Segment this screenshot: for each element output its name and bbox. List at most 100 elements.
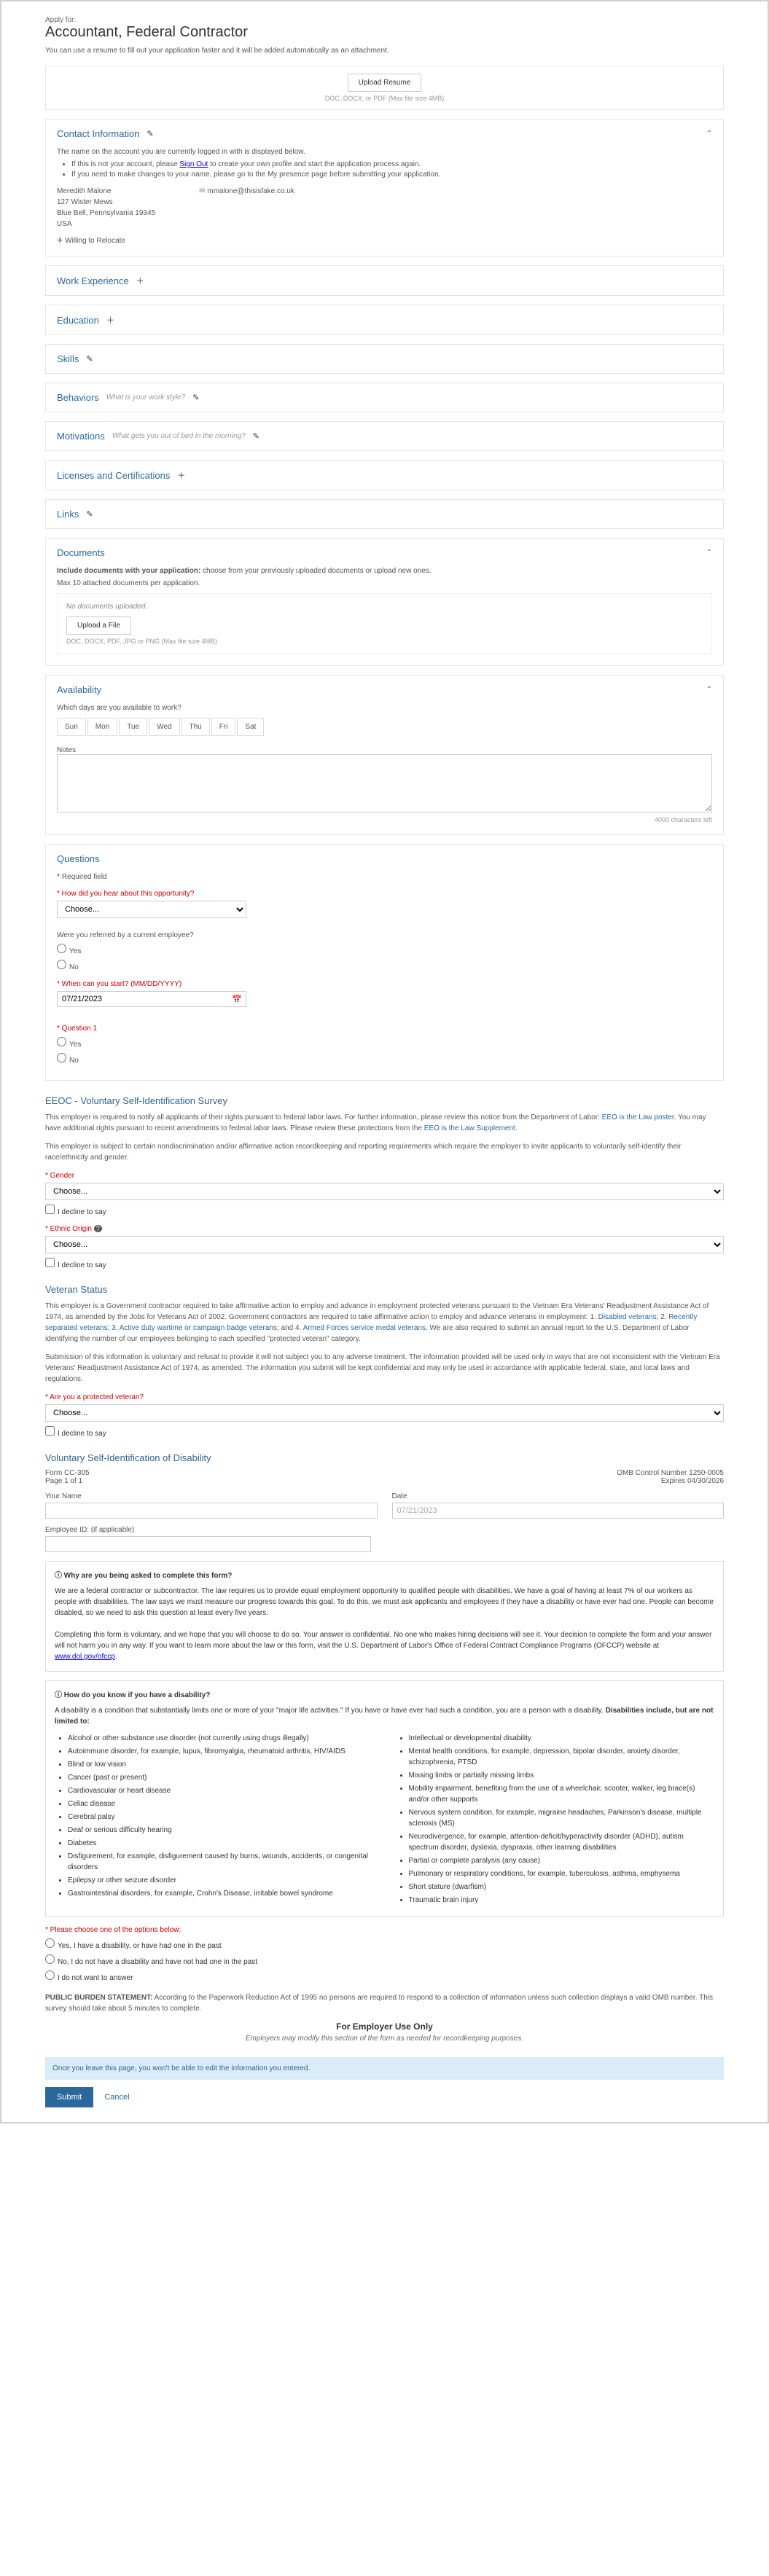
why-title: Why are you being asked to complete this… [55, 1570, 714, 1581]
how-title: How do you know if you have a disability… [55, 1690, 714, 1701]
pencil-icon[interactable]: ✎ [192, 393, 199, 402]
char-count: 4000 characters left [57, 816, 712, 823]
disability-no-radio[interactable] [45, 1954, 55, 1964]
calendar-icon[interactable]: 📅 [232, 995, 242, 1004]
day-chip[interactable]: Sat [237, 718, 264, 736]
veteran-p2: Submission of this information is volunt… [45, 1352, 724, 1385]
cancel-button[interactable]: Cancel [95, 2087, 138, 2107]
your-name-label: Your Name [45, 1492, 378, 1500]
start-date-input[interactable] [57, 991, 246, 1007]
veteran-title: Veteran Status [45, 1284, 724, 1295]
education-header[interactable]: Education＋ [46, 305, 723, 334]
contact-note: The name on the account you are currentl… [57, 148, 712, 156]
contact-bullet-2: If you need to make changes to your name… [71, 171, 712, 179]
ethnic-label: Ethnic Origin ? [45, 1225, 724, 1233]
sign-out-link[interactable]: Sign Out [179, 160, 208, 168]
no-documents-text: No documents uploaded. [66, 603, 703, 611]
documents-header[interactable]: Documents ⌃ [46, 539, 723, 567]
pencil-icon[interactable]: ✎ [147, 129, 153, 138]
disability-yes-radio[interactable] [45, 1938, 55, 1948]
form-page: Page 1 of 1 [45, 1477, 90, 1485]
day-chip[interactable]: Thu [181, 718, 210, 736]
disability-title: Voluntary Self-Identification of Disabil… [45, 1452, 724, 1463]
eeo-poster-link[interactable]: EEO is the Law poster [602, 1113, 674, 1121]
availability-header[interactable]: Availability ⌃ [46, 676, 723, 704]
chevron-up-icon: ⌃ [706, 686, 712, 694]
date-label: Date [392, 1492, 725, 1500]
day-chip[interactable]: Tue [119, 718, 147, 736]
questions-header: Questions [46, 845, 723, 873]
day-chip[interactable]: Sun [57, 718, 86, 736]
ethnic-select[interactable]: Choose... [45, 1236, 724, 1253]
q-referred-label: Were you referred by a current employee? [57, 931, 712, 939]
ethnic-decline-checkbox[interactable] [45, 1258, 55, 1267]
q1-no-radio[interactable] [57, 1053, 66, 1062]
contact-address: Meredith Malone 127 Wister Mews Blue Bel… [57, 186, 155, 230]
upload-resume-hint: DOC, DOCX, or PDF (Max file size 4MB) [46, 95, 723, 102]
day-chip[interactable]: Wed [149, 718, 179, 736]
disability-decline-radio[interactable] [45, 1970, 55, 1980]
notes-textarea[interactable] [57, 754, 712, 813]
submit-button[interactable]: Submit [45, 2087, 93, 2107]
omb-expires: Expires 04/30/2026 [617, 1477, 724, 1485]
relocate-text: Willing to Relocate [57, 237, 712, 245]
how-p1: A disability is a condition that substan… [55, 1705, 714, 1727]
motivations-header[interactable]: MotivationsWhat gets you out of bed in t… [46, 422, 723, 450]
veteran-select[interactable]: Choose... [45, 1404, 724, 1422]
job-title: Accountant, Federal Contractor [45, 24, 724, 41]
upload-file-button[interactable]: Upload a File [66, 616, 131, 635]
contact-title: Contact Information [57, 128, 139, 139]
behaviors-header[interactable]: BehaviorsWhat is your work style?✎ [46, 383, 723, 412]
contact-email: mmalone@thisisfake.co.uk [199, 186, 294, 230]
disability-list-left: Alcohol or other substance use disorder … [55, 1733, 374, 1908]
plus-icon[interactable]: ＋ [106, 314, 114, 326]
eeoc-p1: This employer is required to notify all … [45, 1112, 724, 1134]
gender-decline-checkbox[interactable] [45, 1205, 55, 1214]
your-name-input[interactable] [45, 1503, 378, 1519]
referred-yes-radio[interactable] [57, 944, 66, 953]
pencil-icon[interactable]: ✎ [86, 354, 93, 364]
required-note: Required field [57, 873, 712, 881]
links-header[interactable]: Links✎ [46, 500, 723, 528]
gender-select[interactable]: Choose... [45, 1183, 724, 1200]
plus-icon[interactable]: ＋ [136, 275, 144, 286]
apply-for-label: Apply for: [45, 16, 724, 24]
pencil-icon[interactable]: ✎ [86, 509, 93, 519]
intro-text: You can use a resume to fill out your ap… [45, 47, 724, 55]
q1-yes-radio[interactable] [57, 1037, 66, 1046]
employer-only-note: Employers may modify this section of the… [45, 2035, 724, 2043]
work-experience-header[interactable]: Work Experience＋ [46, 266, 723, 295]
veteran-decline-checkbox[interactable] [45, 1426, 55, 1436]
q-start-label: When can you start? (MM/DD/YYYY) [57, 980, 712, 988]
why-p1: We are a federal contractor or subcontra… [55, 1586, 714, 1618]
referred-no-radio[interactable] [57, 960, 66, 969]
employee-id-input[interactable] [45, 1536, 371, 1552]
form-cc: Form CC-305 [45, 1469, 90, 1477]
upload-resume-button[interactable]: Upload Resume [348, 74, 422, 92]
upload-file-hint: DOC, DOCX, PDF, JPG or PNG (Max file siz… [66, 638, 703, 645]
ofccp-link[interactable]: www.dol.gov/ofccp [55, 1653, 115, 1661]
contact-bullet-1: If this is not your account, please Sign… [71, 160, 712, 168]
help-icon[interactable]: ? [94, 1225, 102, 1232]
skills-header[interactable]: Skills✎ [46, 345, 723, 373]
veteran-p1: This employer is a Government contractor… [45, 1301, 724, 1344]
contact-header[interactable]: Contact Information ✎ ⌃ [46, 120, 723, 148]
employer-only-title: For Employer Use Only [45, 2021, 724, 2032]
day-selector: SunMonTueWedThuFriSat [57, 718, 712, 736]
day-chip[interactable]: Mon [87, 718, 117, 736]
hear-select[interactable]: Choose... [57, 901, 246, 918]
chevron-up-icon: ⌃ [706, 130, 712, 138]
why-p2: Completing this form is voluntary, and w… [55, 1629, 714, 1662]
gender-label: Gender [45, 1172, 724, 1180]
licenses-header[interactable]: Licenses and Certifications＋ [46, 461, 723, 490]
eeo-supplement-link[interactable]: EEO is the Law Supplement [424, 1124, 515, 1132]
availability-question: Which days are you available to work? [57, 704, 712, 712]
date-input[interactable] [392, 1503, 725, 1519]
q1-label: Question 1 [57, 1025, 712, 1033]
eeoc-title: EEOC - Voluntary Self-Identification Sur… [45, 1095, 724, 1106]
notes-label: Notes [57, 746, 712, 754]
omb-number: OMB Control Number 1250-0005 [617, 1469, 724, 1477]
pencil-icon[interactable]: ✎ [253, 431, 259, 441]
day-chip[interactable]: Fri [211, 718, 236, 736]
plus-icon[interactable]: ＋ [177, 469, 185, 481]
